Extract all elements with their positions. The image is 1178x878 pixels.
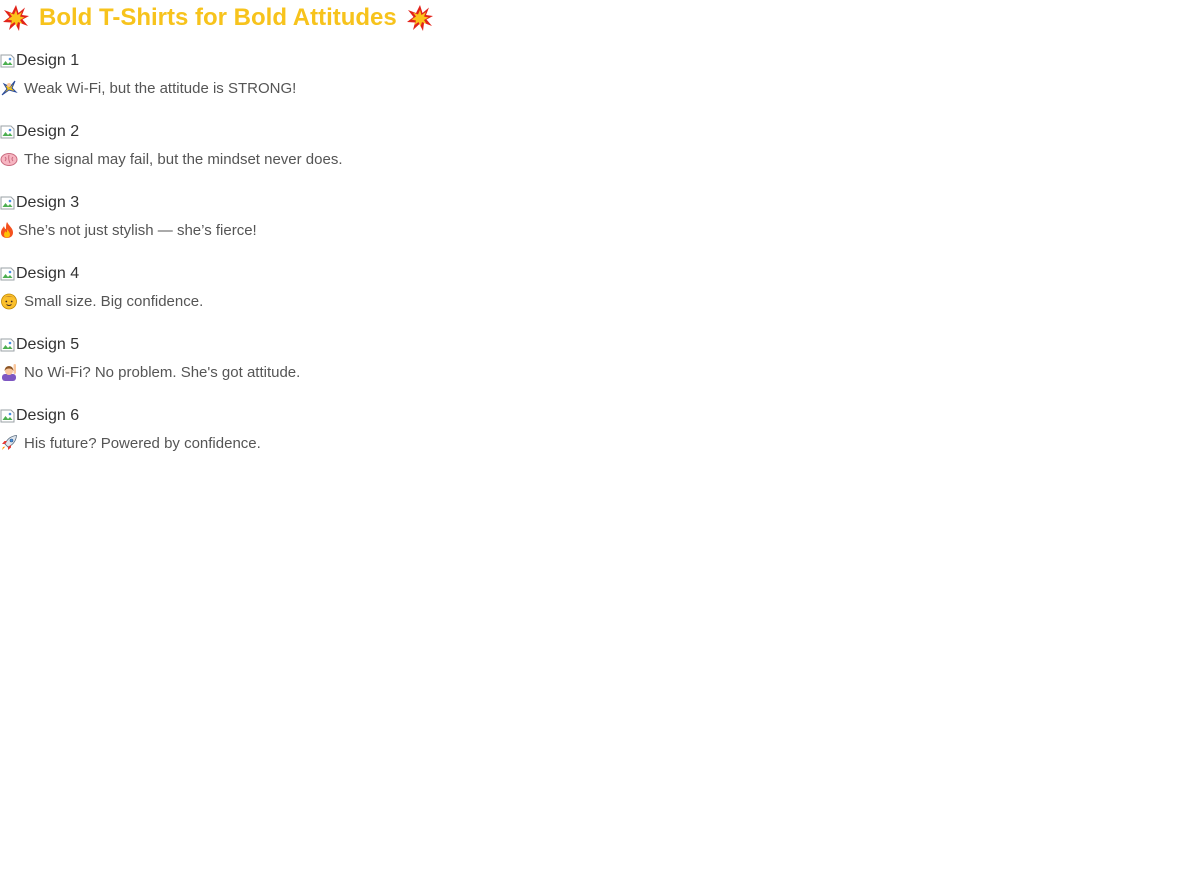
design-caption: His future? Powered by confidence.: [0, 434, 600, 452]
design-image: Design 4: [0, 264, 600, 284]
design-image: Design 5: [0, 335, 600, 355]
broken-image-icon: [0, 408, 16, 424]
design-card: Design 2 The signal may fail, but the mi…: [0, 122, 600, 168]
design-image-alt: Design 5: [16, 336, 80, 353]
superhero-icon: [0, 79, 18, 97]
broken-image-icon: [0, 53, 16, 69]
design-caption-text: His future? Powered by confidence.: [24, 434, 261, 452]
design-caption-text: Small size. Big confidence.: [24, 292, 204, 310]
design-image-alt: Design 3: [16, 194, 80, 211]
broken-image-icon: [0, 124, 16, 140]
collision-icon: [406, 4, 434, 32]
page-title-text: Bold T-Shirts for Bold Attitudes: [39, 4, 397, 31]
person-raising-hand-icon: [0, 363, 18, 381]
collision-icon: [2, 4, 30, 32]
page: Bold T-Shirts for Bold Attitudes Design …: [0, 0, 1178, 878]
design-caption: The signal may fail, but the mindset nev…: [0, 150, 600, 168]
broken-image-icon: [0, 195, 16, 211]
design-card: Design 4 Small size. Big confidence.: [0, 264, 600, 310]
design-image: Design 6: [0, 406, 600, 426]
design-card: Design 6 His future? Powered by confiden…: [0, 406, 600, 452]
design-caption-text: No Wi-Fi? No problem. She's got attitude…: [24, 363, 301, 381]
design-card: Design 5 No Wi-Fi? No problem. She's got…: [0, 335, 600, 381]
design-image: Design 2: [0, 122, 600, 142]
brain-icon: [0, 150, 18, 168]
broken-image-icon: [0, 266, 16, 282]
child-face-icon: [0, 292, 18, 310]
design-card: Design 3 She’s not just stylish — she’s …: [0, 193, 600, 239]
rocket-icon: [0, 434, 18, 452]
design-card: Design 1 Weak Wi-Fi, but the attitude is…: [0, 51, 600, 97]
design-image-alt: Design 4: [16, 265, 80, 282]
design-image-alt: Design 1: [16, 52, 80, 69]
design-caption-text: The signal may fail, but the mindset nev…: [24, 150, 343, 168]
design-caption-text: Weak Wi-Fi, but the attitude is STRONG!: [24, 79, 297, 97]
design-caption: Small size. Big confidence.: [0, 292, 600, 310]
design-caption: Weak Wi-Fi, but the attitude is STRONG!: [0, 79, 600, 97]
design-image-alt: Design 2: [16, 123, 80, 140]
design-image: Design 1: [0, 51, 600, 71]
design-image: Design 3: [0, 193, 600, 213]
design-image-alt: Design 6: [16, 407, 80, 424]
design-caption-text: She’s not just stylish — she’s fierce!: [18, 221, 257, 239]
page-title: Bold T-Shirts for Bold Attitudes: [2, 3, 434, 33]
broken-image-icon: [0, 337, 16, 353]
fire-icon: [0, 221, 14, 239]
design-caption: She’s not just stylish — she’s fierce!: [0, 221, 600, 239]
design-caption: No Wi-Fi? No problem. She's got attitude…: [0, 363, 600, 381]
